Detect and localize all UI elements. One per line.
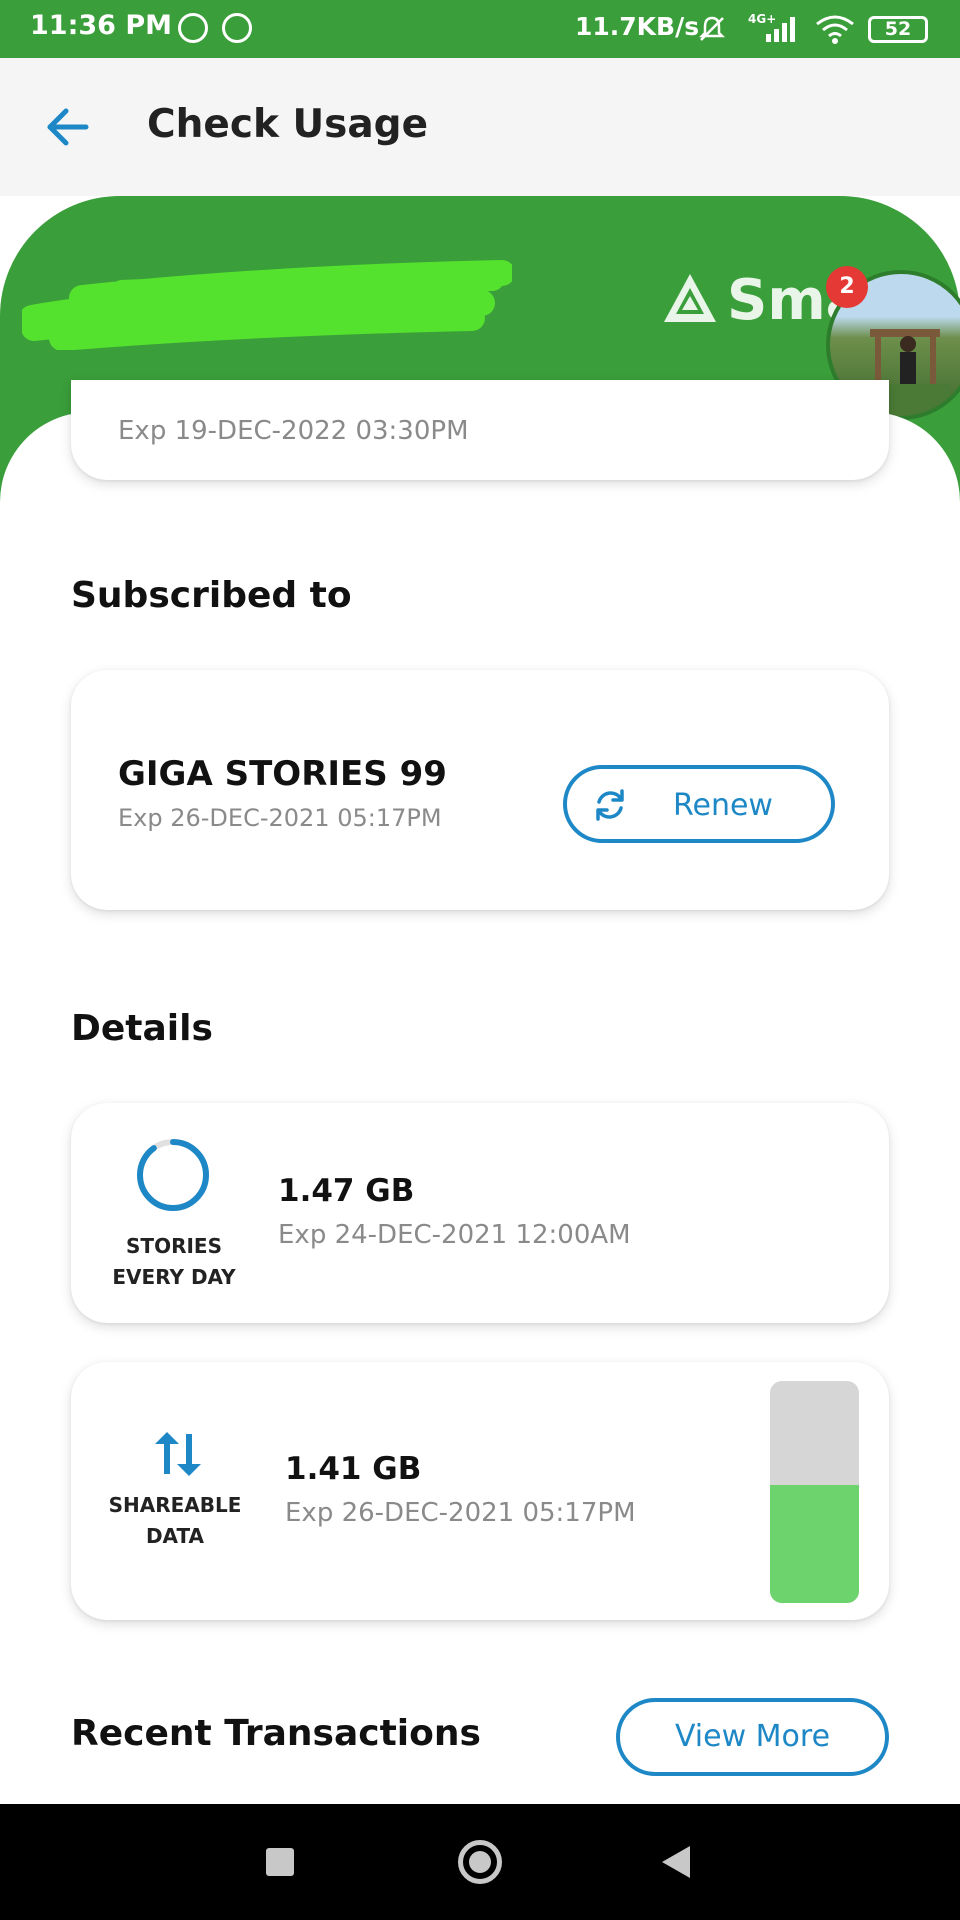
stories-tag-line2: EVERY DAY [112,1265,236,1289]
data-transfer-icon [155,1432,201,1476]
recent-transactions-title: Recent Transactions [71,1713,481,1754]
view-more-button[interactable]: View More [616,1698,889,1776]
stories-card: STORIES EVERY DAY 1.47 GB Exp 24-DEC-202… [71,1103,889,1323]
shareable-expiry: Exp 26-DEC-2021 05:17PM [285,1498,636,1528]
stories-tag-line1: STORIES [126,1234,222,1258]
stories-expiry: Exp 24-DEC-2021 12:00AM [278,1220,631,1250]
balance-expiry: Exp 19-DEC-2022 03:30PM [118,416,469,446]
promo-expiry: Exp 26-DEC-2021 05:17PM [118,804,442,832]
refresh-icon [596,789,624,821]
stories-amount: 1.47 GB [278,1173,415,1209]
messenger-icon [178,13,208,43]
mute-icon [698,16,726,41]
back-icon[interactable] [662,1846,690,1878]
data-level-fill [770,1485,859,1603]
balance-card: Exp 19-DEC-2022 03:30PM [71,380,889,480]
status-time: 11:36 PM [30,10,173,41]
shareable-tag: SHAREABLE DATA [105,1490,245,1552]
renew-button[interactable]: Renew [563,765,835,843]
subscribed-title: Subscribed to [71,575,352,616]
page-title: Check Usage [147,102,429,147]
system-nav-bar [0,1804,960,1920]
status-bar: 11:36 PM 11.7KB/s 4G+ 52 [0,0,960,58]
smart-logo-icon [664,274,716,322]
data-level-bar [770,1381,859,1603]
renew-label: Renew [673,788,773,823]
details-title: Details [71,1008,213,1049]
battery-icon: 52 [868,16,928,43]
subscription-card: GIGA STORIES 99 Exp 26-DEC-2021 05:17PM … [71,670,889,910]
shareable-amount: 1.41 GB [285,1451,422,1487]
signal-icon [766,17,795,42]
notification-badge: 2 [826,266,868,308]
shareable-tag-line1: SHAREABLE [108,1493,242,1517]
promo-name: GIGA STORIES 99 [118,754,447,794]
shareable-tag-line2: DATA [145,1524,205,1548]
wifi-icon [816,15,854,44]
usage-ring-icon [137,1139,209,1211]
redacted-number [22,260,512,350]
recents-icon[interactable] [266,1848,294,1876]
messenger-icon [222,13,252,43]
shareable-card: SHAREABLE DATA 1.41 GB Exp 26-DEC-2021 0… [71,1362,889,1620]
brand-name: Smart [727,268,837,333]
home-icon[interactable] [458,1840,502,1884]
network-speed: 11.7KB/s [575,12,700,41]
stories-tag: STORIES EVERY DAY [99,1231,249,1293]
app-bar: Check Usage [0,58,960,196]
back-arrow-icon[interactable] [44,104,92,150]
